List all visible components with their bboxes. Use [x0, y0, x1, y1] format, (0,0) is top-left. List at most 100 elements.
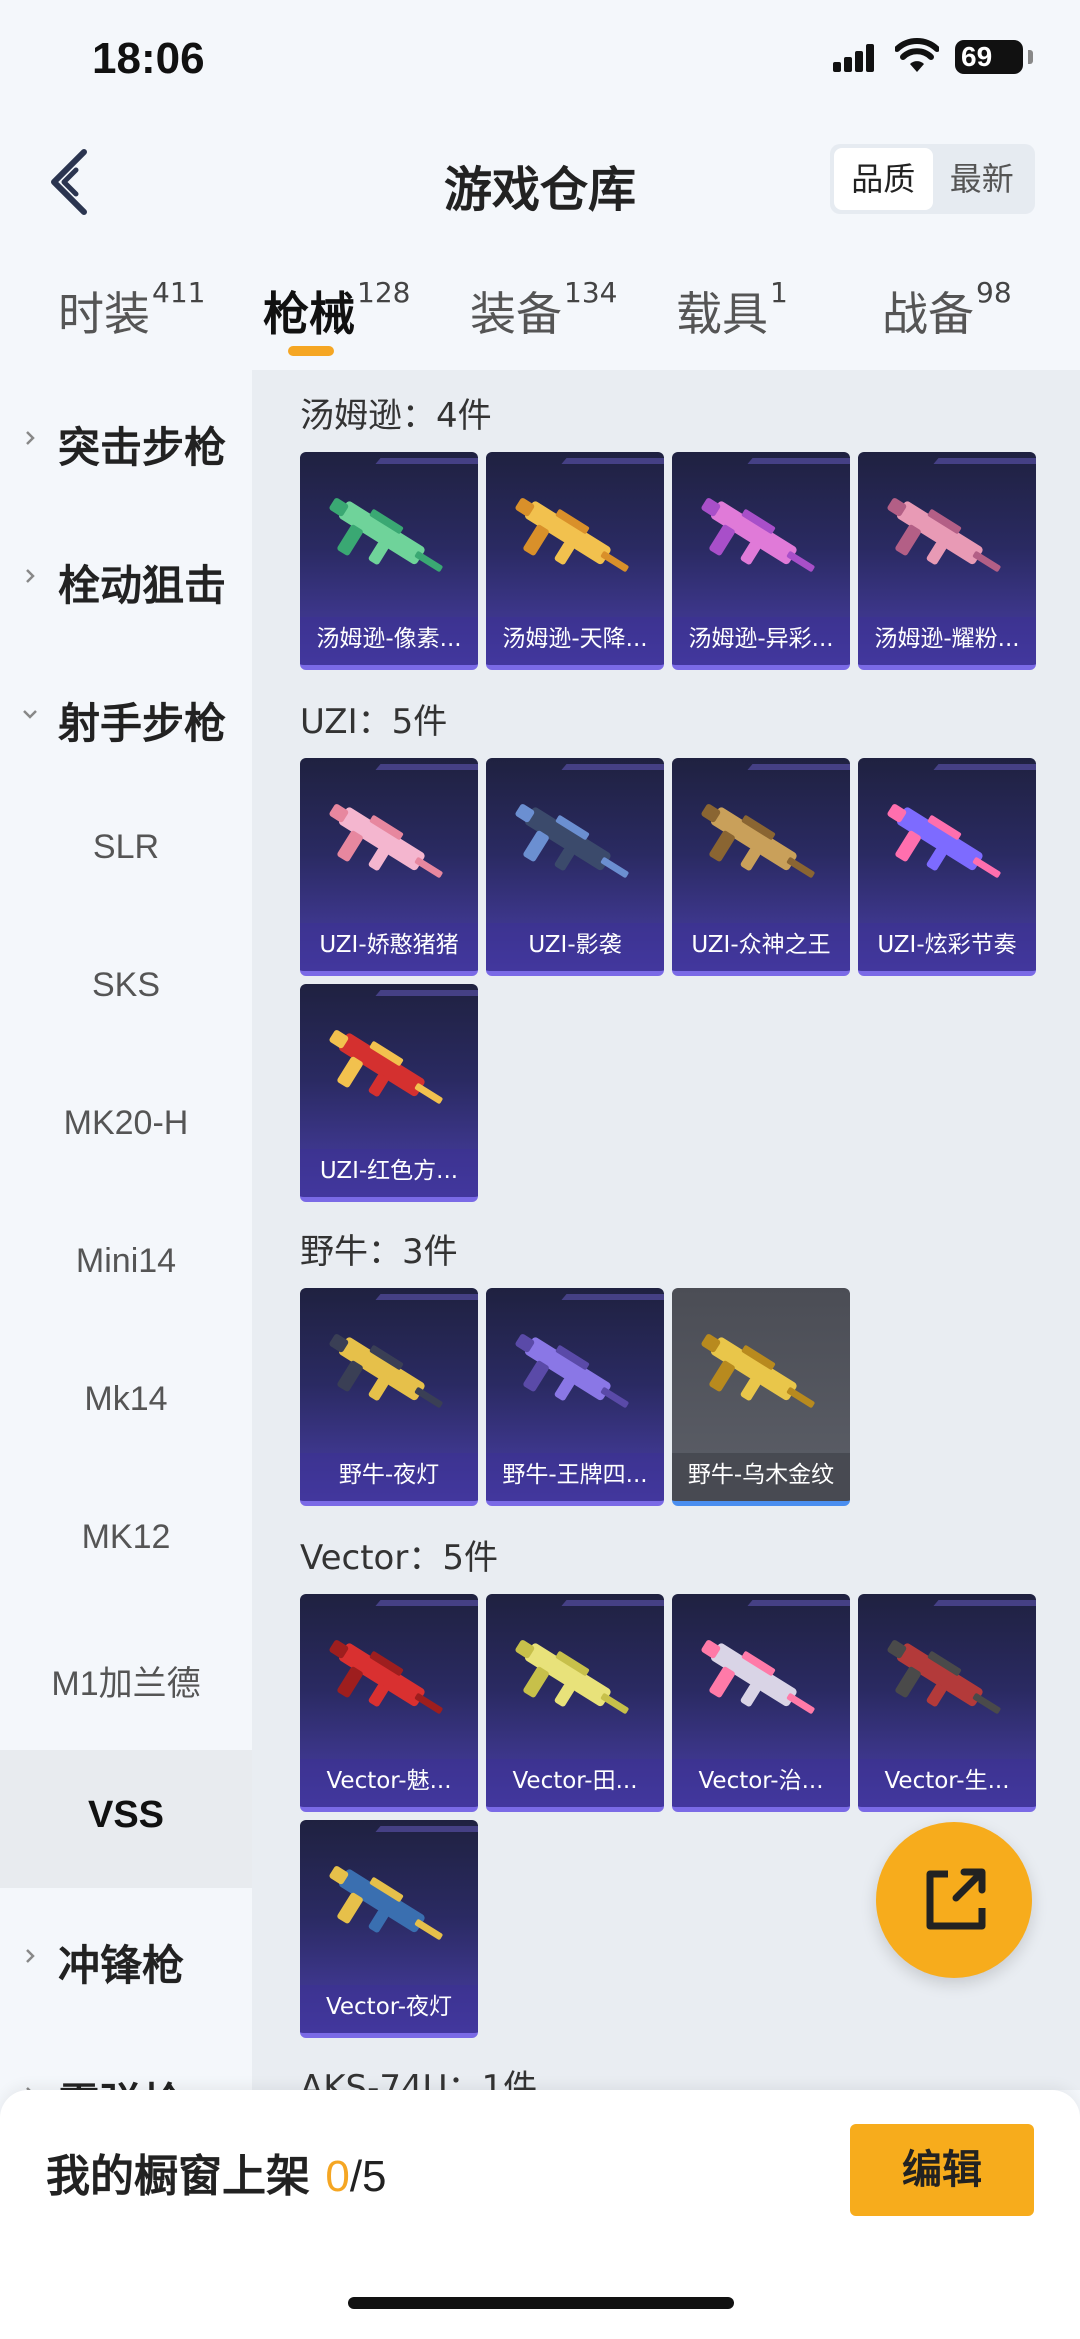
skin-card[interactable]: 汤姆逊-耀粉...	[858, 452, 1036, 670]
skin-name: UZI-影袭	[486, 923, 664, 971]
tab-guns[interactable]: 枪械128	[263, 276, 410, 344]
sidebar-item-mk12[interactable]: MK12	[0, 1474, 252, 1612]
skin-name: UZI-娇憨猪猪	[300, 923, 478, 971]
sidebar-item-mk14[interactable]: Mk14	[0, 1336, 252, 1474]
tab-supplies[interactable]: 战备98	[882, 275, 1012, 344]
sidebar-item-slr[interactable]: SLR	[0, 784, 252, 922]
sort-option-quality[interactable]: 品质	[834, 148, 933, 210]
sidebar-item-assault-rifles[interactable]: 突击步枪	[0, 370, 252, 508]
skin-card[interactable]: UZI-影袭	[486, 758, 664, 976]
status-bar: 18:06 69	[0, 0, 1080, 120]
battery-icon: 69	[955, 40, 1033, 74]
tab-label: 时装	[58, 287, 150, 341]
tab-label: 载具	[676, 287, 768, 341]
sidebar-item-sks[interactable]: SKS	[0, 922, 252, 1060]
chevron-right-icon	[26, 1949, 35, 1963]
skin-card[interactable]: UZI-炫彩节奏	[858, 758, 1036, 976]
skin-card[interactable]: Vector-田...	[486, 1594, 664, 1812]
sidebar-item-label: SKS	[91, 966, 161, 1004]
gun-skin-image	[515, 498, 629, 572]
chevron-down-icon	[23, 710, 37, 719]
gun-skin-image	[329, 1030, 443, 1104]
sidebar-item-shotgun[interactable]: 霰弹枪	[0, 2026, 252, 2090]
tab-count: 1	[770, 275, 788, 309]
sidebar-item-label: 栓动狙击	[58, 561, 227, 610]
skin-name: Vector-夜灯	[300, 1985, 478, 2033]
gun-skin-image	[329, 1640, 443, 1714]
skin-card[interactable]: 野牛-王牌四...	[486, 1288, 664, 1506]
skin-card[interactable]: Vector-魅...	[300, 1594, 478, 1812]
skin-card[interactable]: 汤姆逊-像素...	[300, 452, 478, 670]
sort-toggle: 品质 最新	[830, 144, 1035, 214]
share-icon	[926, 1868, 986, 1930]
skin-name: 野牛-乌木金纹	[672, 1453, 850, 1501]
sidebar-item-vss[interactable]: VSS	[0, 1750, 252, 1888]
skin-card[interactable]: UZI-众神之王	[672, 758, 850, 976]
gun-skin-image	[515, 1334, 629, 1408]
skin-card[interactable]: 汤姆逊-异彩...	[672, 452, 850, 670]
share-button[interactable]	[876, 1822, 1032, 1978]
gun-skin-image	[701, 1334, 815, 1408]
group-title-vector: Vector：5件	[300, 1538, 498, 1578]
tab-outfits[interactable]: 时装411	[58, 275, 206, 344]
skin-name: 汤姆逊-异彩...	[672, 617, 850, 665]
cellular-signal-icon	[833, 44, 877, 72]
chevron-right-icon	[26, 569, 35, 583]
gun-skin-image	[887, 1640, 1001, 1714]
skin-card[interactable]: UZI-娇憨猪猪	[300, 758, 478, 976]
gun-skin-image	[329, 804, 443, 878]
sidebar-item-bolt-action[interactable]: 栓动狙击	[0, 508, 252, 646]
skin-name: Vector-治...	[672, 1759, 850, 1807]
gun-skin-image	[329, 1866, 443, 1940]
edit-button[interactable]: 编辑	[850, 2124, 1034, 2216]
wifi-icon	[895, 38, 939, 72]
gun-skin-image	[329, 498, 443, 572]
group-title-bizon: 野牛：3件	[300, 1232, 458, 1272]
tab-label: 枪械	[263, 287, 355, 341]
showcase-label: 我的橱窗上架 0/5	[46, 2140, 387, 2204]
skin-name: 汤姆逊-像素...	[300, 617, 478, 665]
group-title-aks74u: AKS-74U：1件	[300, 2068, 538, 2090]
home-indicator[interactable]	[348, 2297, 734, 2309]
sidebar-item-mini14[interactable]: Mini14	[0, 1198, 252, 1336]
sidebar-item-label: VSS	[87, 1794, 165, 1836]
battery-level: 69	[961, 41, 993, 72]
sidebar: 突击步枪 栓动狙击 射手步枪 SLR SKS MK20-H Mini14 Mk1…	[0, 370, 252, 2090]
skin-card[interactable]: 野牛-乌木金纹	[672, 1288, 850, 1506]
skin-name: 野牛-王牌四...	[486, 1453, 664, 1501]
tab-count: 134	[564, 275, 618, 309]
showcase-max-count: 5	[362, 2152, 387, 2201]
skin-name: UZI-众神之王	[672, 923, 850, 971]
skin-card[interactable]: 野牛-夜灯	[300, 1288, 478, 1506]
sidebar-item-mk20h[interactable]: MK20-H	[0, 1060, 252, 1198]
group-title-thompson: 汤姆逊：4件	[300, 396, 492, 436]
skin-card[interactable]: Vector-夜灯	[300, 1820, 478, 2038]
sidebar-item-smg[interactable]: 冲锋枪	[0, 1888, 252, 2026]
gun-skin-image	[515, 804, 629, 878]
gun-skin-image	[515, 1640, 629, 1714]
skin-card[interactable]: UZI-红色方...	[300, 984, 478, 1202]
sidebar-item-label: 突击步枪	[58, 423, 227, 472]
active-tab-indicator	[288, 346, 334, 356]
sidebar-item-label: Mk14	[84, 1380, 168, 1418]
showcase-separator: /	[349, 2152, 363, 2201]
tab-vehicles[interactable]: 载具1	[676, 275, 788, 344]
sidebar-item-m1-garand[interactable]: M1加兰德	[0, 1612, 252, 1750]
tab-count: 411	[152, 275, 206, 309]
skin-name: Vector-田...	[486, 1759, 664, 1807]
skin-card[interactable]: 汤姆逊-天降...	[486, 452, 664, 670]
tab-count: 98	[976, 275, 1012, 309]
category-tabs: 时装411 枪械128 装备134 载具1 战备98	[0, 258, 1080, 368]
skin-name: UZI-红色方...	[300, 1149, 478, 1197]
tab-label: 装备	[470, 287, 562, 341]
gun-skin-image	[887, 804, 1001, 878]
skin-card[interactable]: Vector-治...	[672, 1594, 850, 1812]
gun-skin-image	[701, 1640, 815, 1714]
group-title-uzi: UZI：5件	[300, 702, 448, 742]
skin-card[interactable]: Vector-生...	[858, 1594, 1036, 1812]
skin-name: UZI-炫彩节奏	[858, 923, 1036, 971]
sort-option-newest[interactable]: 最新	[933, 148, 1032, 210]
skin-name: Vector-生...	[858, 1759, 1036, 1807]
tab-equipment[interactable]: 装备134	[470, 275, 618, 344]
sidebar-item-dmr[interactable]: 射手步枪	[0, 646, 252, 784]
